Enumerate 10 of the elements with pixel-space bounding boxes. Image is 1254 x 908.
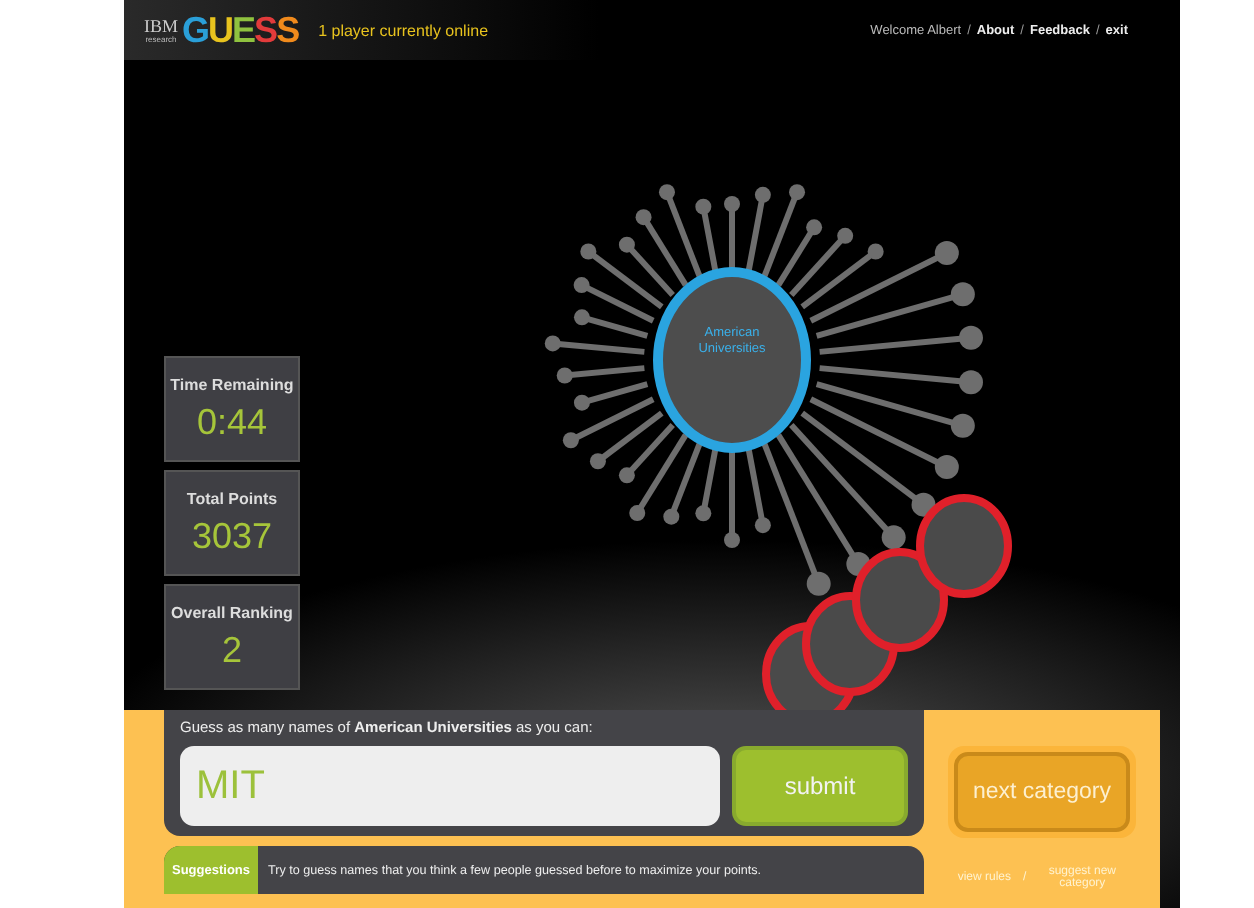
online-count: 1 player currently online [318, 21, 489, 39]
answer-field[interactable]: MIT [180, 746, 720, 826]
stat-label: Total Points [186, 489, 278, 507]
stat-label: Overall Ranking [171, 603, 293, 621]
next-category-button[interactable]: next category [954, 752, 1130, 832]
stat-label: Time Remaining [170, 375, 294, 393]
stat-value: 3037 [191, 515, 273, 557]
stat-value: 2 [221, 629, 242, 671]
stat-value: 0:44 [196, 401, 268, 443]
submit-button[interactable]: submit [732, 746, 908, 826]
